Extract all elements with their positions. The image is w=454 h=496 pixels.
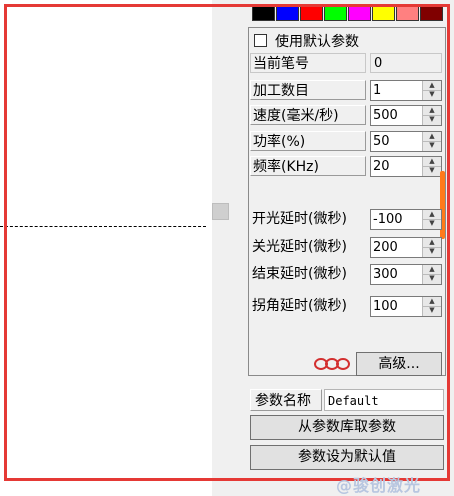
end-delay-label: 结束延时(微秒) [252, 266, 347, 282]
count-input[interactable]: 1 [373, 82, 381, 99]
power-input[interactable]: 50 [373, 133, 390, 150]
set-as-default-button[interactable]: 参数设为默认值 [250, 445, 444, 470]
power-label: 功率(%) [250, 131, 366, 151]
power-stepper[interactable]: 50 ▲ ▼ [370, 131, 442, 152]
laser-off-delay-label: 关光延时(微秒) [252, 239, 347, 255]
speed-stepper[interactable]: 500 ▲ ▼ [370, 105, 442, 126]
use-default-label: 使用默认参数 [275, 34, 359, 50]
color-swatch-green[interactable] [324, 5, 347, 21]
end-delay-input[interactable]: 300 [373, 266, 398, 283]
corner-delay-label: 拐角延时(微秒) [252, 298, 347, 314]
advanced-button[interactable]: 高级... [356, 352, 442, 376]
param-name-input[interactable]: Default [324, 389, 444, 411]
corner-delay-down-icon[interactable]: ▼ [423, 306, 441, 315]
frequency-down-icon[interactable]: ▼ [423, 166, 441, 175]
laser-off-delay-input[interactable]: 200 [373, 239, 398, 256]
color-swatch-blue[interactable] [276, 5, 299, 21]
pen-number-label: 当前笔号 [250, 53, 366, 73]
end-delay-stepper[interactable]: 300 ▲ ▼ [370, 264, 442, 285]
splitter-handle[interactable] [212, 203, 229, 220]
corner-delay-stepper[interactable]: 100 ▲ ▼ [370, 296, 442, 317]
color-swatch-magenta[interactable] [348, 5, 371, 21]
laser-on-delay-down-icon[interactable]: ▼ [423, 219, 441, 228]
speed-down-icon[interactable]: ▼ [423, 115, 441, 124]
laser-on-delay-label: 开光延时(微秒) [252, 211, 347, 227]
color-swatch-maroon[interactable] [420, 5, 443, 21]
color-swatch-black[interactable] [252, 5, 275, 21]
laser-off-delay-down-icon[interactable]: ▼ [423, 247, 441, 256]
drawing-canvas[interactable] [0, 0, 212, 496]
end-delay-down-icon[interactable]: ▼ [423, 274, 441, 283]
use-default-checkbox[interactable] [254, 34, 267, 47]
count-stepper[interactable]: 1 ▲ ▼ [370, 80, 442, 101]
color-swatch-red[interactable] [300, 5, 323, 21]
laser-on-delay-input[interactable]: -100 [373, 211, 403, 228]
count-down-icon[interactable]: ▼ [423, 90, 441, 99]
frequency-label: 频率(KHz) [250, 156, 366, 176]
color-swatch-yellow[interactable] [372, 5, 395, 21]
rings-icon[interactable] [313, 356, 351, 372]
frequency-input[interactable]: 20 [373, 158, 390, 175]
load-from-library-button[interactable]: 从参数库取参数 [250, 415, 444, 440]
dashed-guide-line [0, 226, 206, 227]
panel-splitter [212, 0, 248, 496]
laser-off-delay-stepper[interactable]: 200 ▲ ▼ [370, 237, 442, 258]
param-name-label: 参数名称 [250, 389, 322, 411]
speed-label: 速度(毫米/秒) [250, 105, 366, 125]
watermark: @骏创激光 [336, 476, 422, 495]
corner-delay-input[interactable]: 100 [373, 298, 398, 315]
count-label: 加工数目 [250, 80, 366, 100]
power-down-icon[interactable]: ▼ [423, 141, 441, 150]
speed-input[interactable]: 500 [373, 107, 398, 124]
laser-on-delay-stepper[interactable]: -100 ▲ ▼ [370, 209, 442, 230]
pen-number-value: 0 [370, 53, 442, 73]
color-swatch-pink[interactable] [396, 5, 419, 21]
frequency-stepper[interactable]: 20 ▲ ▼ [370, 156, 442, 177]
